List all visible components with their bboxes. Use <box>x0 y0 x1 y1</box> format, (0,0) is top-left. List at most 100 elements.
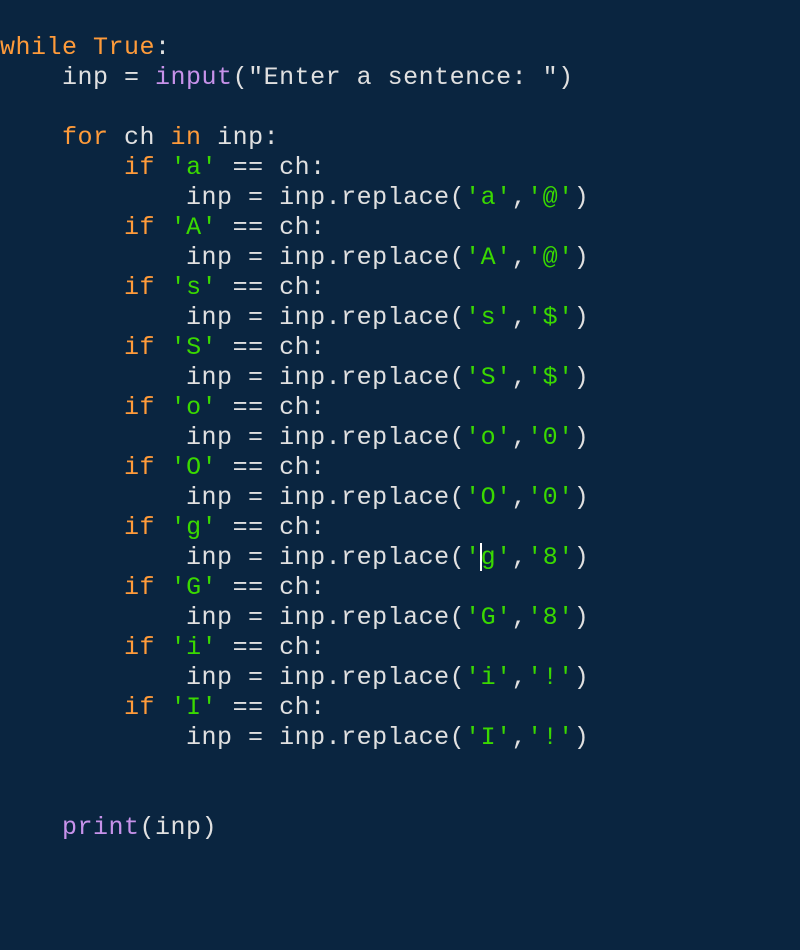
paren-open: ( <box>140 813 156 842</box>
string-cmp: 'g' <box>171 513 218 542</box>
assign: = <box>233 363 280 392</box>
paren-close: ) <box>574 363 590 392</box>
string-cmp: 'o' <box>171 393 218 422</box>
paren-close: ) <box>574 483 590 512</box>
attr-replace: replace <box>341 243 450 272</box>
text-cursor <box>480 543 482 571</box>
var-inp: inp <box>279 663 326 692</box>
var-inp: inp <box>279 303 326 332</box>
paren-close: ) <box>574 663 590 692</box>
var-inp: inp <box>186 423 233 452</box>
dot: . <box>326 483 342 512</box>
paren-close: ) <box>574 423 590 452</box>
paren-close: ) <box>574 603 590 632</box>
attr-replace: replace <box>341 303 450 332</box>
attr-replace: replace <box>341 663 450 692</box>
var-ch: ch <box>279 153 310 182</box>
paren-open: ( <box>450 543 466 572</box>
string-cmp: 'G' <box>171 573 218 602</box>
fn-input: input <box>155 63 233 92</box>
string-to: '$' <box>527 363 574 392</box>
comma: , <box>512 303 528 332</box>
comma: , <box>512 423 528 452</box>
eq-op: == <box>217 333 279 362</box>
keyword-if: if <box>124 573 155 602</box>
eq-op: == <box>217 393 279 422</box>
comma: , <box>512 723 528 752</box>
colon: : <box>310 153 326 182</box>
var-ch: ch <box>279 573 310 602</box>
comma: , <box>512 603 528 632</box>
eq-op: == <box>217 153 279 182</box>
keyword-if: if <box>124 633 155 662</box>
attr-replace: replace <box>341 363 450 392</box>
var-inp: inp <box>279 603 326 632</box>
string-cmp: 'A' <box>171 213 218 242</box>
string-cmp: 'S' <box>171 333 218 362</box>
var-ch: ch <box>279 393 310 422</box>
string-to: '!' <box>527 723 574 752</box>
colon: : <box>310 333 326 362</box>
string-cmp: 'O' <box>171 453 218 482</box>
var-inp: inp <box>279 423 326 452</box>
assign: = <box>233 483 280 512</box>
string-to: '0' <box>527 483 574 512</box>
paren-open: ( <box>450 603 466 632</box>
var-inp: inp <box>186 663 233 692</box>
var-ch: ch <box>279 333 310 362</box>
assign: = <box>233 543 280 572</box>
assign: = <box>233 603 280 632</box>
string-from: 'G' <box>465 603 512 632</box>
string-cmp: 'I' <box>171 693 218 722</box>
paren-close: ) <box>574 183 590 212</box>
var-inp: inp <box>186 603 233 632</box>
assign: = <box>109 63 156 92</box>
dot: . <box>326 663 342 692</box>
literal-true: True <box>93 33 155 62</box>
var-ch: ch <box>279 213 310 242</box>
var-ch: ch <box>109 123 171 152</box>
string-from: 's' <box>465 303 512 332</box>
eq-op: == <box>217 513 279 542</box>
dot: . <box>326 363 342 392</box>
var-inp: inp <box>279 543 326 572</box>
string-to: '@' <box>527 183 574 212</box>
colon: : <box>310 213 326 242</box>
paren-close: ) <box>202 813 218 842</box>
keyword-if: if <box>124 393 155 422</box>
var-inp: inp <box>202 123 264 152</box>
keyword-if: if <box>124 453 155 482</box>
var-inp: inp <box>279 183 326 212</box>
eq-op: == <box>217 573 279 602</box>
var-ch: ch <box>279 513 310 542</box>
colon: : <box>310 693 326 722</box>
string-to: '@' <box>527 243 574 272</box>
var-inp: inp <box>186 723 233 752</box>
string-to: '8' <box>527 603 574 632</box>
dot: . <box>326 183 342 212</box>
dot: . <box>326 423 342 452</box>
eq-op: == <box>217 213 279 242</box>
eq-op: == <box>217 273 279 302</box>
eq-op: == <box>217 693 279 722</box>
var-inp: inp <box>62 63 109 92</box>
dot: . <box>326 603 342 632</box>
colon: : <box>310 273 326 302</box>
colon: : <box>310 633 326 662</box>
assign: = <box>233 183 280 212</box>
paren-open: ( <box>450 363 466 392</box>
colon: : <box>310 573 326 602</box>
var-inp: inp <box>155 813 202 842</box>
dot: . <box>326 543 342 572</box>
paren-close: ) <box>574 723 590 752</box>
var-ch: ch <box>279 693 310 722</box>
keyword-if: if <box>124 153 155 182</box>
var-inp: inp <box>279 483 326 512</box>
paren-close: ) <box>558 63 574 92</box>
dot: . <box>326 723 342 752</box>
var-inp: inp <box>186 303 233 332</box>
code-editor[interactable]: while True: inp = input("Enter a sentenc… <box>0 25 800 843</box>
keyword-if: if <box>124 513 155 542</box>
keyword-if: if <box>124 213 155 242</box>
paren-open: ( <box>450 663 466 692</box>
